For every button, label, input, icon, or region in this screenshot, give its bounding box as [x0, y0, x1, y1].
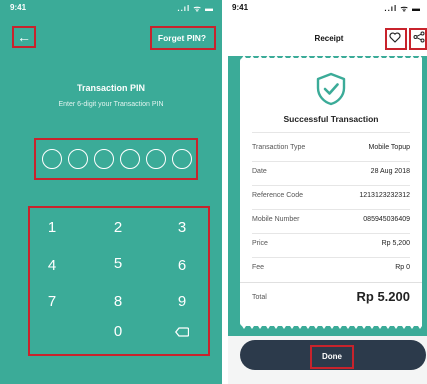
detail-label: Date: [252, 168, 267, 175]
key-8[interactable]: 8: [98, 290, 138, 314]
detail-value: 1213123232312: [359, 192, 410, 199]
key-1[interactable]: 1: [32, 216, 72, 240]
key-3[interactable]: 3: [162, 216, 202, 240]
divider: [252, 233, 410, 234]
divider: [252, 185, 410, 186]
zigzag-edge: [240, 55, 422, 61]
divider: [252, 161, 410, 162]
status-time: 9:41: [232, 3, 249, 12]
total-label: Total: [252, 294, 267, 301]
share-icon: [413, 31, 425, 43]
numeric-keypad: 1 2 3 4 5 6 7 8 9 0: [28, 206, 210, 356]
receipt-screen: 9:41 ..ıl ᯤ ▬ Receipt Successful Transac…: [228, 0, 427, 384]
total-value: Rp 5.200: [356, 289, 410, 304]
arrow-left-icon: ←: [17, 29, 31, 45]
detail-label: Mobile Number: [252, 216, 300, 223]
pin-slot: [146, 149, 166, 169]
pin-subtitle: Enter 6-digit your Transaction PIN: [58, 101, 164, 108]
favorite-button[interactable]: [385, 28, 405, 48]
zigzag-edge: [240, 323, 422, 329]
key-9[interactable]: 9: [162, 290, 202, 314]
key-5[interactable]: 5: [98, 252, 138, 276]
divider: [252, 209, 410, 210]
backspace-key[interactable]: [162, 320, 202, 344]
pin-title: Transaction PIN: [76, 83, 146, 93]
detail-row: Mobile Number 085945036409: [252, 216, 410, 228]
pin-input[interactable]: [36, 139, 198, 179]
share-button[interactable]: [409, 28, 427, 48]
status-bar: 9:41 ..ıl ᯤ ▬: [10, 2, 214, 14]
detail-label: Fee: [252, 264, 265, 271]
page-title: Receipt: [314, 34, 344, 43]
status-time: 9:41: [10, 3, 27, 12]
pin-slot: [68, 149, 88, 169]
success-title: Successful Transaction: [283, 114, 379, 124]
pin-slot: [120, 149, 140, 169]
pin-slot: [42, 149, 62, 169]
detail-row: Transaction Type Mobile Topup: [252, 144, 410, 156]
key-2[interactable]: 2: [98, 216, 138, 240]
receipt-card: Successful Transaction Transaction Type …: [240, 55, 422, 329]
key-6[interactable]: 6: [162, 254, 202, 278]
key-4[interactable]: 4: [32, 254, 72, 278]
key-7[interactable]: 7: [32, 290, 72, 314]
shield-check-icon: [316, 72, 346, 106]
detail-value: Rp 0: [395, 264, 410, 271]
divider: [252, 257, 410, 258]
status-bar: 9:41 ..ıl ᯤ ▬: [232, 3, 421, 15]
detail-value: Mobile Topup: [368, 144, 410, 151]
forgot-pin-button[interactable]: Forget PIN?: [150, 28, 214, 48]
status-icons: ..ıl ᯤ ▬: [177, 4, 214, 13]
detail-value: 28 Aug 2018: [370, 168, 410, 175]
detail-row: Price Rp 5,200: [252, 240, 410, 252]
total-divider: [240, 282, 422, 283]
detail-label: Transaction Type: [252, 144, 306, 151]
detail-row: Date 28 Aug 2018: [252, 168, 410, 180]
transaction-pin-screen: 9:41 ..ıl ᯤ ▬ ← Forget PIN? Transaction …: [0, 0, 222, 384]
detail-value: 085945036409: [363, 216, 410, 223]
total-row: Total Rp 5.200: [252, 288, 410, 308]
done-button[interactable]: Done: [312, 347, 352, 367]
detail-row: Fee Rp 0: [252, 264, 410, 276]
detail-label: Reference Code: [252, 192, 303, 199]
divider: [252, 132, 410, 133]
pin-slot: [94, 149, 114, 169]
receipt-header: 9:41 ..ıl ᯤ ▬ Receipt: [228, 0, 427, 56]
detail-label: Price: [252, 240, 268, 247]
backspace-icon: [175, 327, 190, 337]
back-button[interactable]: ←: [14, 28, 34, 46]
pin-slot: [172, 149, 192, 169]
key-0[interactable]: 0: [98, 320, 138, 344]
detail-row: Reference Code 1213123232312: [252, 192, 410, 204]
detail-value: Rp 5,200: [381, 240, 410, 247]
heart-icon: [389, 32, 401, 43]
status-icons: ..ıl ᯤ ▬: [384, 4, 421, 13]
